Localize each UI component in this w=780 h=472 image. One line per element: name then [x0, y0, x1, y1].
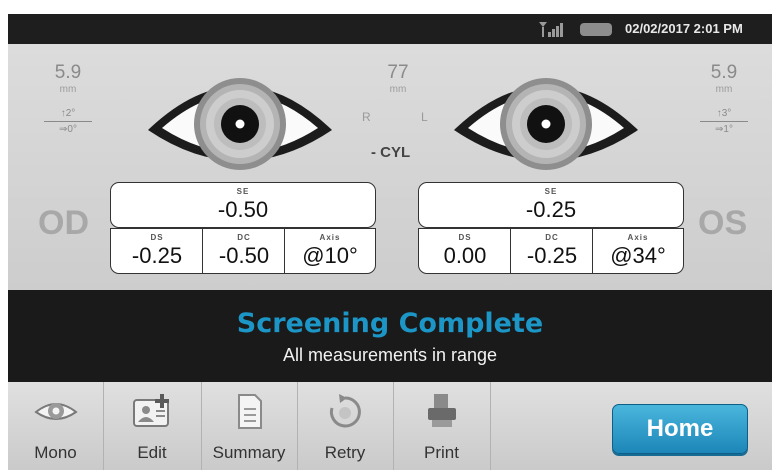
os-axis-label: Axis [627, 233, 649, 242]
mono-label: Mono [34, 443, 77, 462]
retry-button[interactable]: Retry [297, 382, 394, 470]
edit-label: Edit [137, 443, 167, 462]
od-se-value: -0.50 [217, 197, 269, 222]
mono-button[interactable]: Mono [8, 382, 104, 470]
cylinder-convention: - CYL [371, 144, 411, 161]
divider [700, 121, 748, 122]
device-screen: 02/02/2017 2:01 PM 5.9 mm ↑2° ⇒0° 5.9 mm… [8, 14, 772, 470]
od-ds-value: -0.25 [131, 243, 183, 268]
od-dc-label: DC [237, 233, 251, 242]
od-ds-box: DS -0.25 [110, 228, 204, 274]
os-label: OS [698, 204, 748, 242]
od-ds-label: DS [150, 233, 164, 242]
os-gaze-vertical: ↑3° [716, 108, 732, 119]
os-se-value: -0.25 [525, 197, 577, 222]
os-se-box: SE -0.25 [418, 182, 684, 228]
retry-label: Retry [324, 443, 366, 462]
retry-icon [329, 394, 361, 428]
od-pupil-unit: mm [59, 84, 77, 95]
os-ds-value: 0.00 [443, 243, 487, 268]
print-button[interactable]: Print [393, 382, 491, 470]
edit-patient-icon [133, 394, 169, 427]
os-pupil-size: 5.9 [710, 62, 738, 83]
od-axis-label: Axis [319, 233, 341, 242]
right-label: R [362, 110, 371, 124]
document-icon [238, 394, 262, 429]
interpupillary-distance: 77 [387, 62, 409, 83]
status-bar: 02/02/2017 2:01 PM [8, 14, 772, 44]
bottom-toolbar: Mono Edit Summary Retry Print Home [8, 382, 772, 470]
eye-icon [33, 403, 78, 420]
left-label: L [421, 110, 428, 124]
os-gaze-horizontal: ⇒1° [715, 124, 733, 135]
od-label: OD [38, 204, 89, 242]
os-dc-box: DC -0.25 [510, 228, 594, 274]
os-se-label: SE [544, 187, 558, 196]
od-dc-box: DC -0.50 [202, 228, 286, 274]
summary-button[interactable]: Summary [201, 382, 298, 470]
printer-icon [427, 394, 456, 427]
result-banner: Screening Complete All measurements in r… [8, 290, 772, 382]
od-axis-box: Axis @10° [284, 228, 376, 274]
od-se-label: SE [236, 187, 250, 196]
od-dc-value: -0.50 [218, 243, 270, 268]
os-dc-value: -0.25 [526, 243, 578, 268]
summary-label: Summary [212, 443, 286, 462]
od-gaze-vertical: ↑2° [60, 108, 76, 119]
edit-button[interactable]: Edit [103, 382, 202, 470]
left-eye-graphic [454, 78, 638, 170]
home-button[interactable]: Home [612, 404, 748, 454]
signal-icon [539, 22, 563, 37]
od-se-box: SE -0.50 [110, 182, 376, 228]
result-title: Screening Complete [236, 308, 544, 339]
os-pupil-unit: mm [715, 84, 733, 95]
datetime-readout: 02/02/2017 2:01 PM [625, 21, 743, 36]
os-axis-box: Axis @34° [592, 228, 684, 274]
measurement-panel: 5.9 mm ↑2° ⇒0° 5.9 mm ↑3° ⇒1° 77 mm R L … [8, 44, 772, 290]
battery-icon [580, 23, 612, 36]
divider [44, 121, 92, 122]
os-gaze: ↑3° ⇒1° [694, 108, 754, 135]
od-axis-value: @10° [302, 243, 358, 268]
od-gaze-horizontal: ⇒0° [59, 124, 77, 135]
od-pupil-size: 5.9 [54, 62, 82, 83]
pd-unit: mm [389, 84, 407, 95]
right-eye-graphic [148, 78, 332, 170]
os-dc-label: DC [545, 233, 559, 242]
od-gaze: ↑2° ⇒0° [38, 108, 98, 135]
os-ds-label: DS [458, 233, 472, 242]
result-subtitle: All measurements in range [282, 345, 498, 365]
print-label: Print [424, 443, 459, 462]
os-ds-box: DS 0.00 [418, 228, 512, 274]
os-axis-value: @34° [610, 243, 666, 268]
